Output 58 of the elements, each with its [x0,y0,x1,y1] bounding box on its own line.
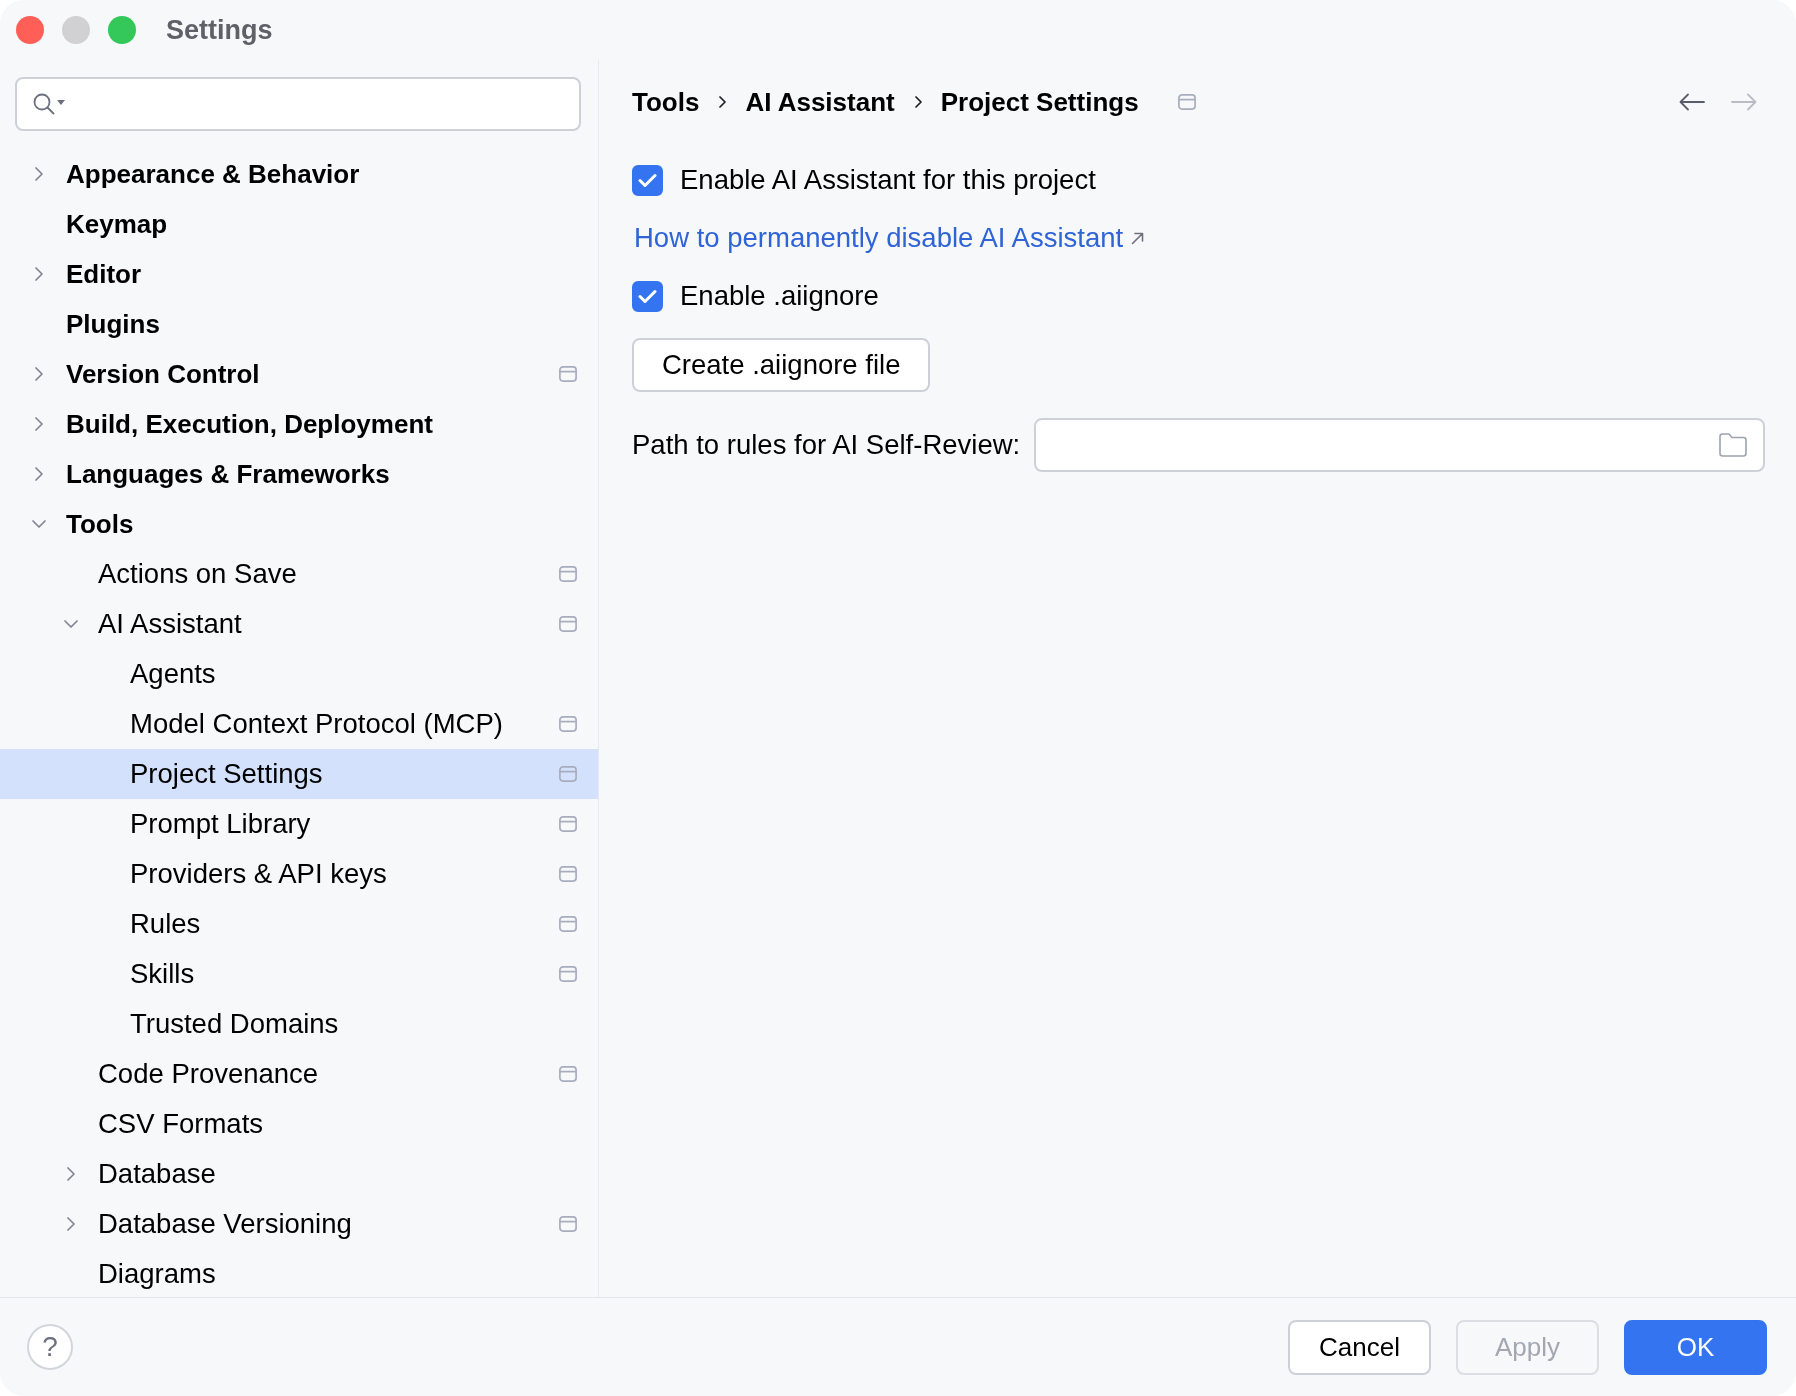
tree-item[interactable]: Version Control [0,349,598,399]
search-icon [33,93,55,115]
path-input-field[interactable] [1034,418,1765,472]
tree-item[interactable]: Database [0,1149,598,1199]
tree-item[interactable]: Prompt Library [0,799,598,849]
breadcrumb-item: Tools [632,86,700,118]
tree-item[interactable]: Plugins [0,299,598,349]
tree-item[interactable]: Keymap [0,199,598,249]
tree-item[interactable]: Appearance & Behavior [0,149,598,199]
window-title: Settings [166,14,273,46]
tree-item[interactable]: Project Settings [0,749,598,799]
tree-item[interactable]: Code Provenance [0,1049,598,1099]
ok-button[interactable]: OK [1624,1319,1767,1375]
folder-icon[interactable] [1719,433,1747,457]
tree-item[interactable]: Languages & Frameworks [0,449,598,499]
breadcrumb-item: AI Assistant [745,86,895,118]
tree-item[interactable]: Diagrams [0,1249,598,1297]
tree-item[interactable]: CSV Formats [0,1099,598,1149]
chevron-right-icon [719,96,727,108]
close-button[interactable] [16,16,44,44]
chevron-right-icon[interactable] [35,417,43,431]
chevron-right-icon[interactable] [35,267,43,281]
chevron-right-icon [914,96,922,108]
chevron-right-icon[interactable] [67,1217,75,1231]
tree-item[interactable]: AI Assistant [0,599,598,649]
tree-item[interactable]: Model Context Protocol (MCP) [0,699,598,749]
search-field[interactable] [15,77,581,131]
checkbox-label: Enable .aiignore [680,280,879,312]
checkmark-icon [638,172,657,188]
tree-item[interactable]: Trusted Domains [0,999,598,1049]
tree-item[interactable]: Build, Execution, Deployment [0,399,598,449]
tree-item[interactable]: Database Versioning [0,1199,598,1249]
help-button[interactable]: ? [27,1324,73,1370]
chevron-right-icon[interactable] [67,1167,75,1181]
tree-item[interactable]: Rules [0,899,598,949]
help-link[interactable]: How to permanently disable AI Assistant [634,222,1145,254]
zoom-button[interactable] [108,16,136,44]
chevron-down-icon[interactable] [64,620,78,628]
create-file-button[interactable]: Create .aiignore file [632,338,931,392]
field-label: Path to rules for AI Self-Review: [632,429,1021,461]
checkbox[interactable] [632,280,663,312]
dialog-button[interactable]: Cancel [1288,1319,1431,1375]
tree-item[interactable]: Providers & API keys [0,849,598,899]
chevron-right-icon[interactable] [35,467,43,481]
chevron-right-icon[interactable] [35,167,43,181]
tree-item[interactable]: Agents [0,649,598,699]
checkbox[interactable] [632,164,663,196]
tree-item[interactable]: Editor [0,249,598,299]
checkmark-icon [638,288,657,304]
breadcrumb-item: Project Settings [940,86,1139,118]
tree-item[interactable]: Actions on Save [0,549,598,599]
chevron-down-icon[interactable] [32,520,46,528]
tree-item[interactable]: Tools [0,499,598,549]
tree-item[interactable]: Skills [0,949,598,999]
chevron-right-icon[interactable] [35,367,43,381]
checkbox-label: Enable AI Assistant for this project [680,164,1096,196]
arrow-left-icon[interactable] [1679,93,1705,111]
caret-icon [57,99,65,105]
